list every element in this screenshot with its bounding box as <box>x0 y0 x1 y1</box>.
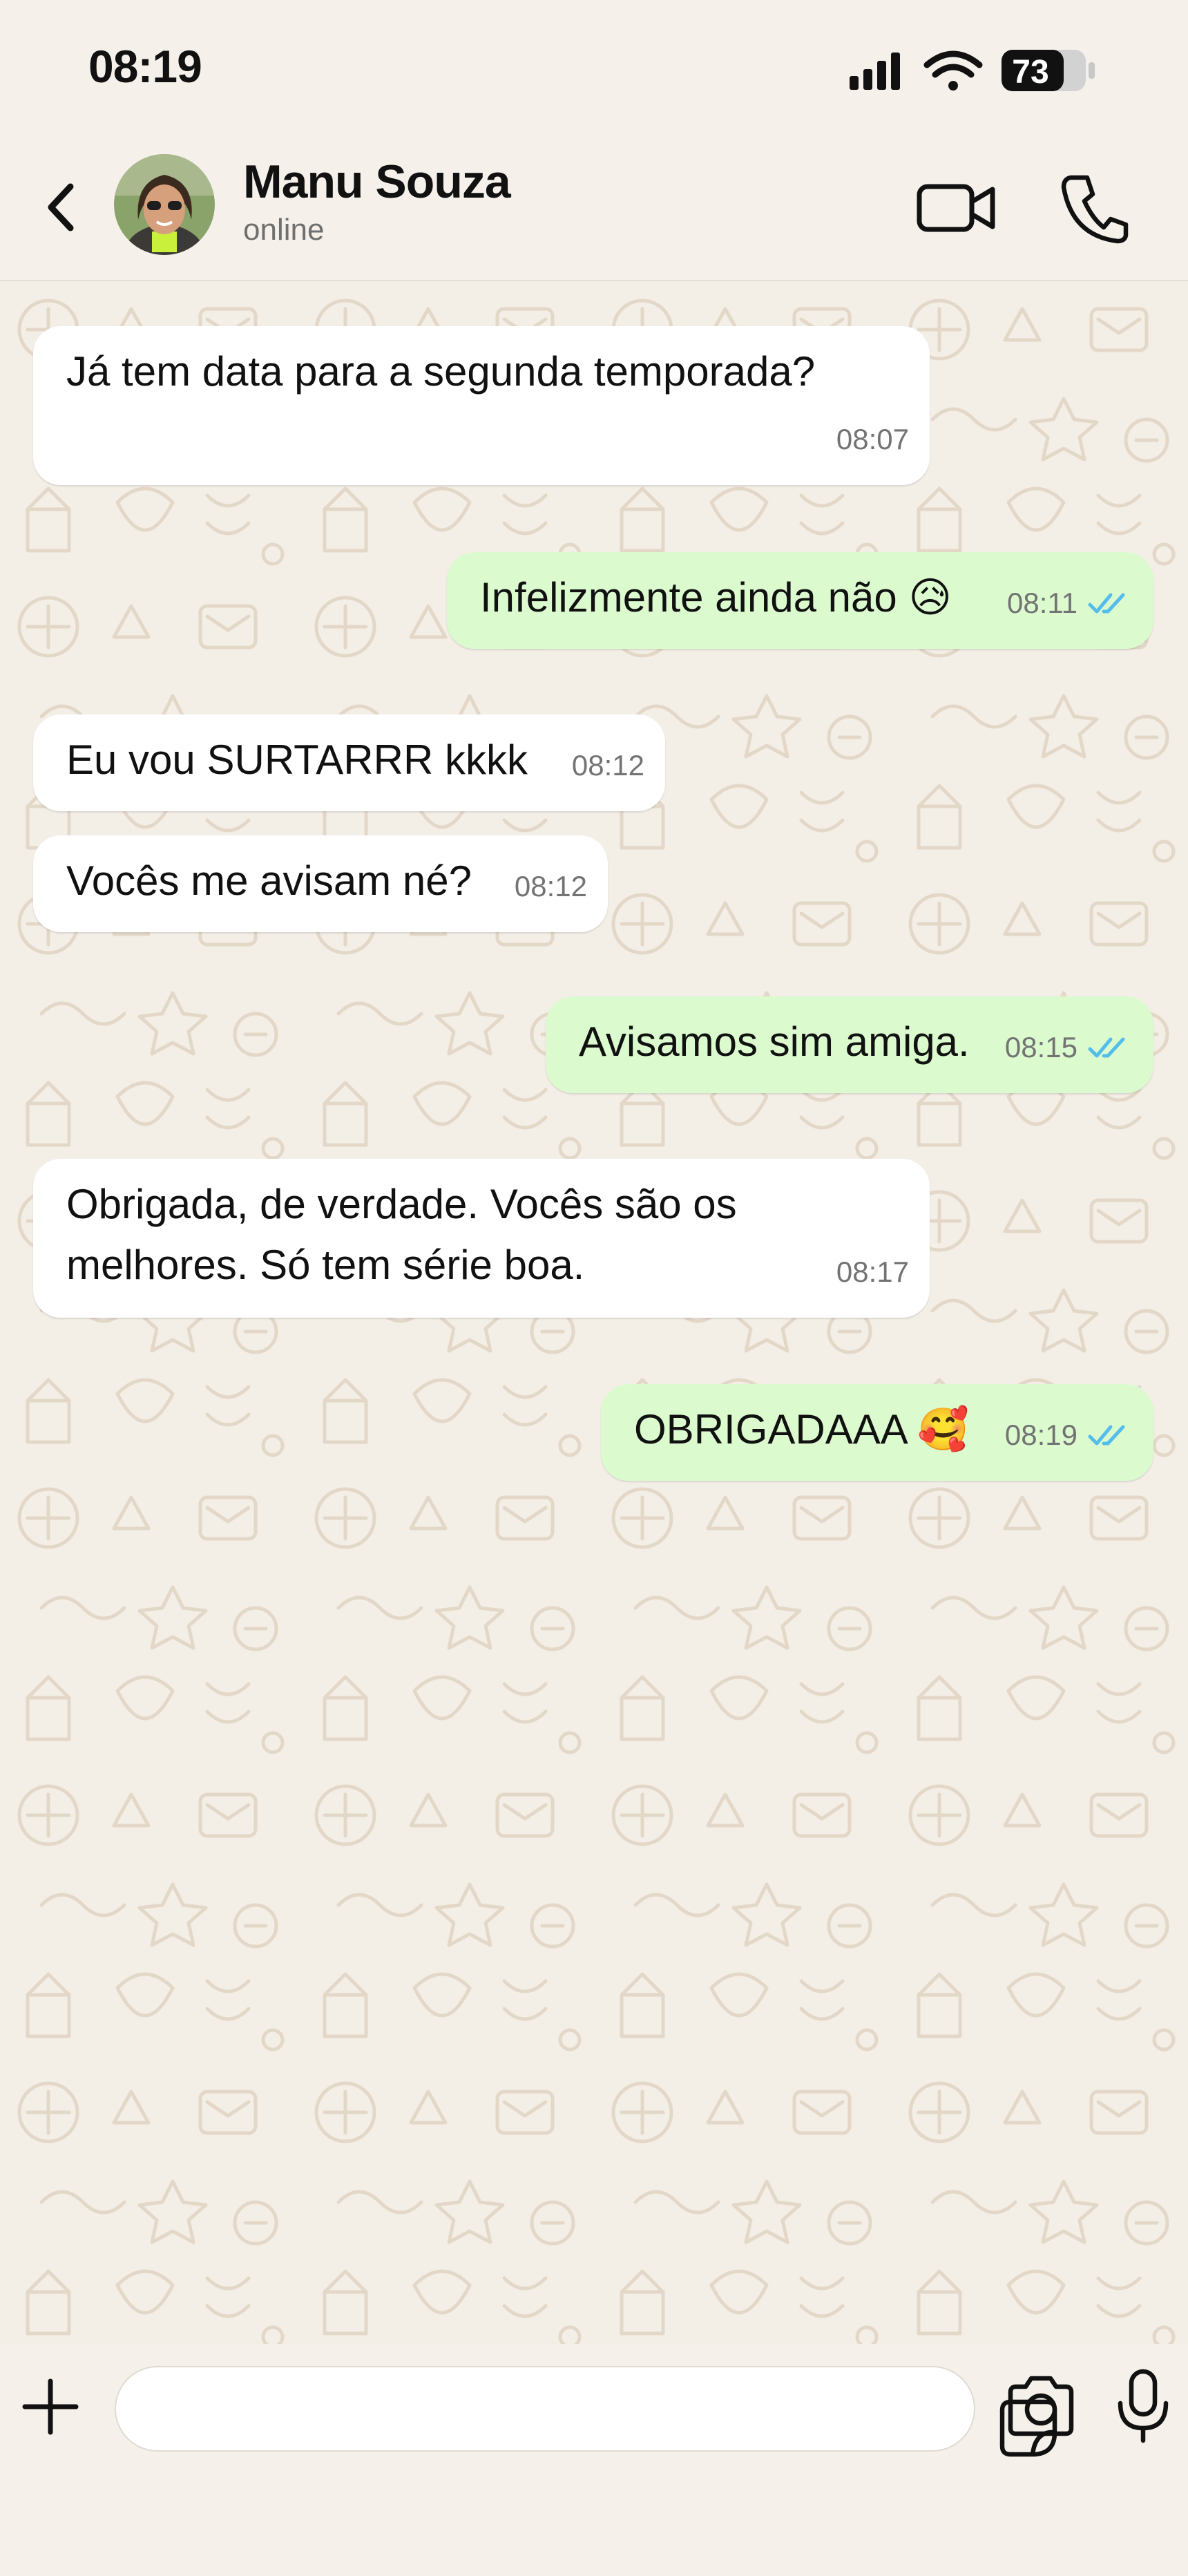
read-receipt-icon <box>1088 593 1125 614</box>
video-camera-icon <box>917 184 995 232</box>
read-receipt-icon <box>1088 1425 1125 1446</box>
wifi-icon <box>923 50 983 91</box>
message-time: 08:15 <box>1004 1031 1077 1063</box>
message-bubble-outgoing[interactable]: OBRIGADAAA 🥰 08:19 <box>601 1384 1153 1481</box>
message-bubble-incoming[interactable]: Vocês me avisam né? 08:12 <box>33 835 608 932</box>
contact-status: online <box>243 213 325 247</box>
message-bubble-incoming[interactable]: Já tem data para a segunda temporada? 08… <box>33 326 930 485</box>
battery-level: 73 <box>1012 54 1048 91</box>
message-bubble-outgoing[interactable]: Infelizmente ainda não 😥 08:11 <box>447 552 1153 649</box>
read-receipt-icon <box>1088 1037 1125 1058</box>
battery-icon: 73 <box>1002 50 1095 91</box>
message-composer <box>0 2344 1188 2576</box>
message-text: Obrigada, de verdade. Vocês são os melho… <box>66 1181 749 1288</box>
back-button[interactable] <box>35 173 90 242</box>
attach-button[interactable] <box>19 2376 82 2438</box>
message-text: Eu vou SURTARRR kkkk <box>66 737 528 783</box>
message-input[interactable] <box>141 2383 834 2438</box>
message-text: Já tem data para a segunda temporada? <box>66 348 816 395</box>
microphone-icon <box>1118 2369 1169 2443</box>
message-time: 08:19 <box>1004 1419 1077 1451</box>
microphone-button[interactable] <box>1112 2367 1174 2445</box>
status-icons: 73 <box>850 50 1095 91</box>
camera-button[interactable] <box>1005 2371 1077 2441</box>
status-time: 08:19 <box>88 41 202 92</box>
message-time: 08:12 <box>514 870 587 902</box>
message-bubble-incoming[interactable]: Eu vou SURTARRR kkkk 08:12 <box>33 714 665 811</box>
status-bar: 08:19 73 <box>0 0 1188 131</box>
message-bubble-incoming[interactable]: Obrigada, de verdade. Vocês são os melho… <box>33 1159 930 1318</box>
message-input-container <box>115 2366 1057 2457</box>
contact-name[interactable]: Manu Souza <box>243 155 511 209</box>
voice-call-button[interactable] <box>1057 169 1133 245</box>
message-bubble-outgoing[interactable]: Avisamos sim amiga. 08:15 <box>546 996 1153 1093</box>
message-time: 08:11 <box>1007 587 1077 619</box>
avatar[interactable] <box>114 154 215 255</box>
signal-icon <box>850 53 900 90</box>
message-text: Vocês me avisam né? <box>66 858 472 904</box>
message-time: 08:07 <box>836 423 909 455</box>
message-list[interactable]: Já tem data para a segunda temporada? 08… <box>0 281 1188 2344</box>
plus-icon <box>22 2378 79 2435</box>
message-time: 08:12 <box>571 749 644 782</box>
chat-header: Manu Souza online <box>0 131 1188 281</box>
camera-icon <box>1008 2376 1074 2436</box>
chevron-left-icon <box>48 183 74 231</box>
message-time: 08:17 <box>836 1256 909 1288</box>
video-call-button[interactable] <box>915 173 998 242</box>
phone-icon <box>1061 175 1129 244</box>
